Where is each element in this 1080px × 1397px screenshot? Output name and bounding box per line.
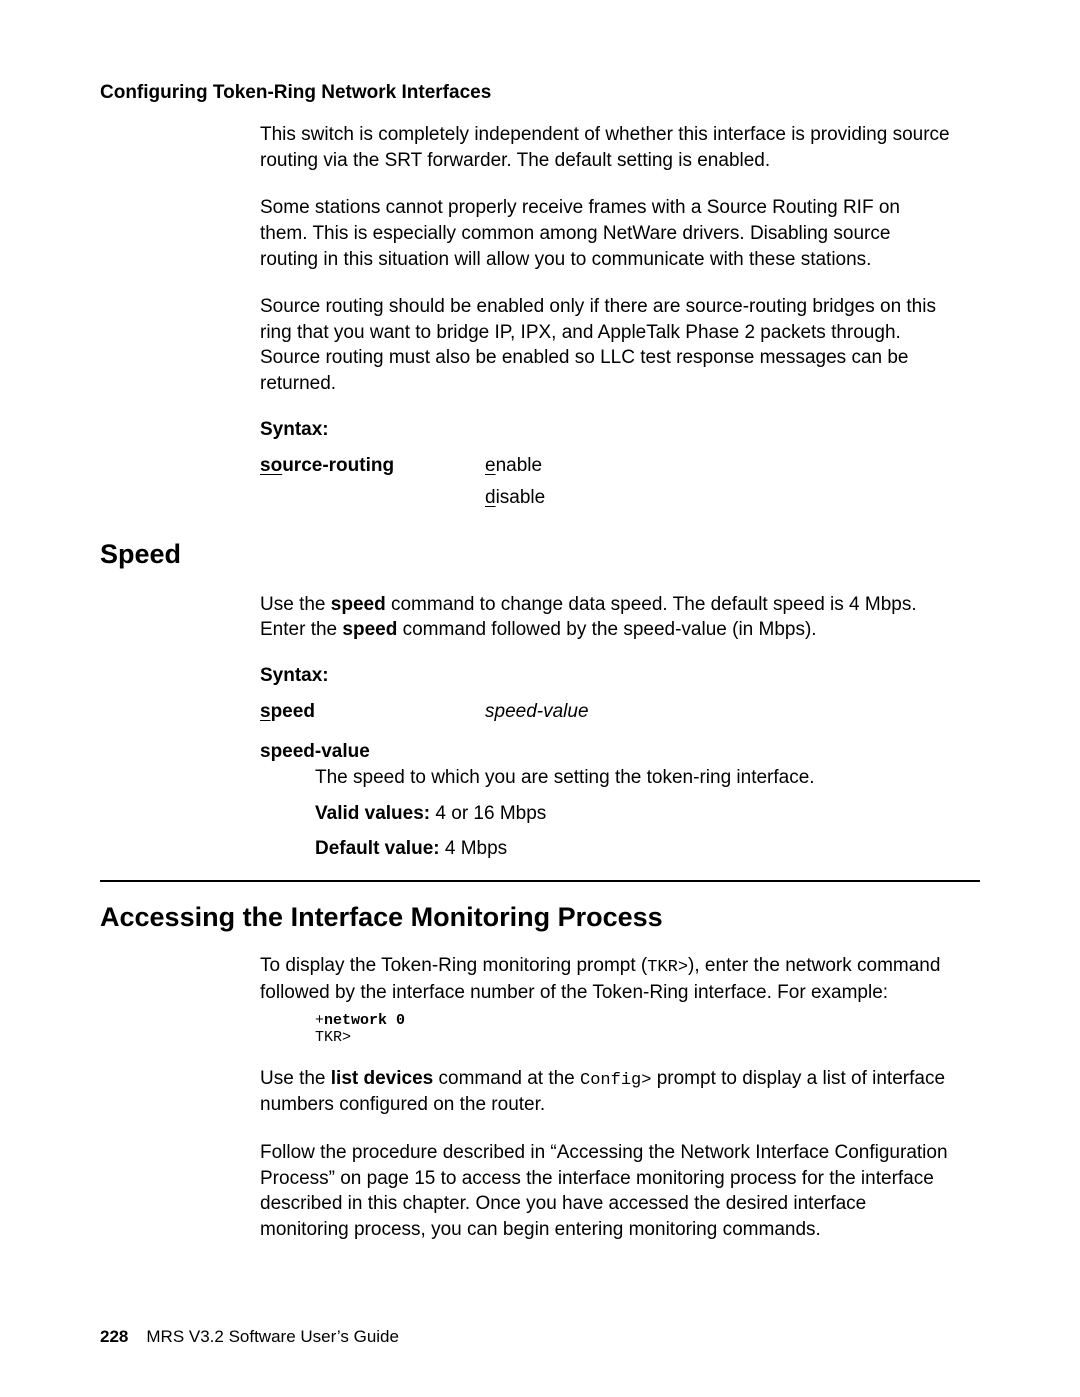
syntax-row: speed speed-value: [260, 701, 950, 723]
syntax-label: Syntax:: [260, 665, 950, 687]
paragraph: This switch is completely independent of…: [260, 122, 950, 173]
command-option: disable: [485, 487, 545, 509]
paragraph: Follow the procedure described in “Acces…: [260, 1140, 950, 1243]
page-footer: 228 MRS V3.2 Software User’s Guide: [100, 1327, 399, 1347]
page-number: 228: [100, 1327, 128, 1346]
paragraph: Use the list devices command at the Conf…: [260, 1066, 950, 1119]
section-title: Configuring Token-Ring Network Interface…: [100, 82, 980, 104]
syntax-row: disable: [260, 487, 950, 509]
syntax-label: Syntax:: [260, 419, 950, 441]
def-valid: Valid values: 4 or 16 Mbps: [315, 801, 950, 827]
paragraph: Use the speed command to change data spe…: [260, 592, 950, 643]
doc-title: MRS V3.2 Software User’s Guide: [146, 1327, 399, 1346]
paragraph: To display the Token-Ring monitoring pro…: [260, 953, 950, 1006]
code-example: +network 0 TKR>: [315, 1012, 950, 1046]
def-default: Default value: 4 Mbps: [315, 836, 950, 862]
def-term: speed-value: [260, 741, 950, 763]
command-name: speed: [260, 701, 485, 723]
paragraph: Some stations cannot properly receive fr…: [260, 195, 950, 272]
command-name: source-routing: [260, 455, 485, 477]
speed-section: Use the speed command to change data spe…: [260, 592, 950, 862]
section-divider: [100, 880, 980, 882]
def-description: The speed to which you are setting the t…: [315, 765, 950, 791]
monitoring-section: To display the Token-Ring monitoring pro…: [260, 953, 950, 1243]
command-arg: speed-value: [485, 701, 589, 723]
monitoring-heading: Accessing the Interface Monitoring Proce…: [100, 902, 980, 933]
syntax-row: source-routing enable: [260, 455, 950, 477]
source-routing-section: This switch is completely independent of…: [260, 122, 950, 509]
paragraph: Source routing should be enabled only if…: [260, 294, 950, 397]
command-option: enable: [485, 455, 542, 477]
speed-heading: Speed: [100, 539, 980, 570]
page-content: Configuring Token-Ring Network Interface…: [0, 0, 1080, 1243]
